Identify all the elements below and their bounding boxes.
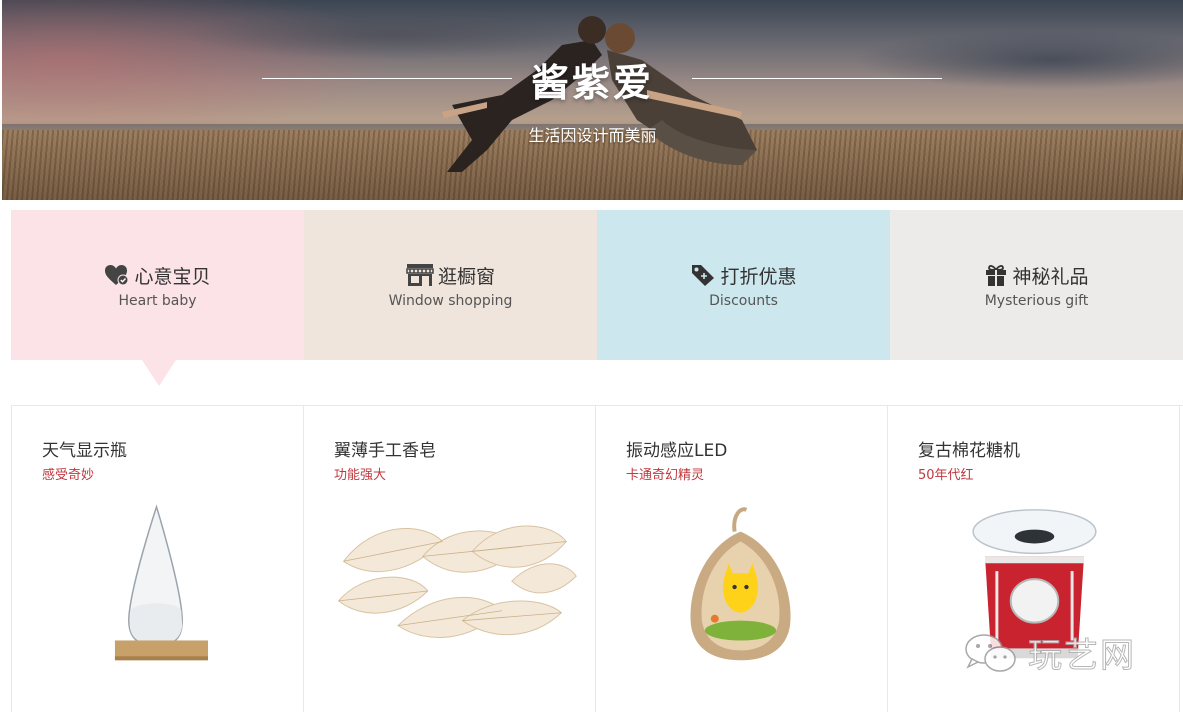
product-card-storm-glass[interactable]: 天气显示瓶 感受奇妙 [11, 406, 303, 712]
wechat-icon [965, 633, 1016, 672]
product-tag: 50年代红 [918, 468, 974, 483]
watermark-text: 玩艺网 [1028, 636, 1136, 677]
heart-check-icon [105, 265, 129, 286]
gift-icon [986, 265, 1007, 286]
product-name: 翼薄手工香皂 [334, 441, 436, 461]
watermark: 玩艺网 [962, 628, 1136, 677]
tab-label-cn: 打折优惠 [720, 265, 797, 288]
tab-label-en: Mysterious gift [984, 292, 1089, 309]
product-tag: 感受奇妙 [42, 468, 95, 483]
led-night-light-image [690, 507, 791, 661]
price-tag-icon [692, 265, 715, 286]
tab-label-en: Heart baby [118, 292, 197, 309]
storm-glass-image [114, 504, 208, 661]
tab-mysterious-gift[interactable]: 神秘礼品 Mysterious gift [890, 210, 1183, 360]
tab-label-en: Discounts [709, 292, 778, 309]
hero-subtitle: 生活因设计而美丽 [528, 126, 657, 145]
product-card-partial [1179, 406, 1183, 712]
tab-label-cn: 心意宝贝 [134, 265, 211, 288]
product-card-led-light[interactable]: 振动感应LED 卡通奇幻精灵 [595, 406, 887, 712]
tab-discounts[interactable]: 打折优惠 Discounts [597, 210, 890, 360]
product-card-leaf-soap[interactable]: 翼薄手工香皂 功能强大 [303, 406, 595, 712]
hero-banner: 酱紫爱 生活因设计而美丽 [2, 0, 1183, 200]
product-tag: 卡通奇幻精灵 [626, 468, 705, 483]
hero-title: 酱紫爱 [530, 61, 654, 105]
storefront-icon [406, 264, 434, 286]
active-tab-pointer [142, 360, 176, 386]
product-name: 振动感应LED [626, 441, 728, 461]
product-tag: 功能强大 [334, 468, 387, 483]
leaf-soap-image [337, 525, 577, 638]
tab-heart-baby[interactable]: 心意宝贝 Heart baby [11, 210, 304, 360]
tab-label-cn: 逛橱窗 [437, 265, 495, 288]
product-name: 天气显示瓶 [42, 441, 127, 461]
category-tabs: 心意宝贝 Heart baby 逛橱窗 Window shopping 打折优惠… [11, 210, 1183, 360]
product-name: 复古棉花糖机 [918, 441, 1020, 461]
tab-label-en: Window shopping [388, 292, 513, 309]
tab-window-shopping[interactable]: 逛橱窗 Window shopping [304, 210, 597, 360]
tab-label-cn: 神秘礼品 [1012, 265, 1089, 288]
